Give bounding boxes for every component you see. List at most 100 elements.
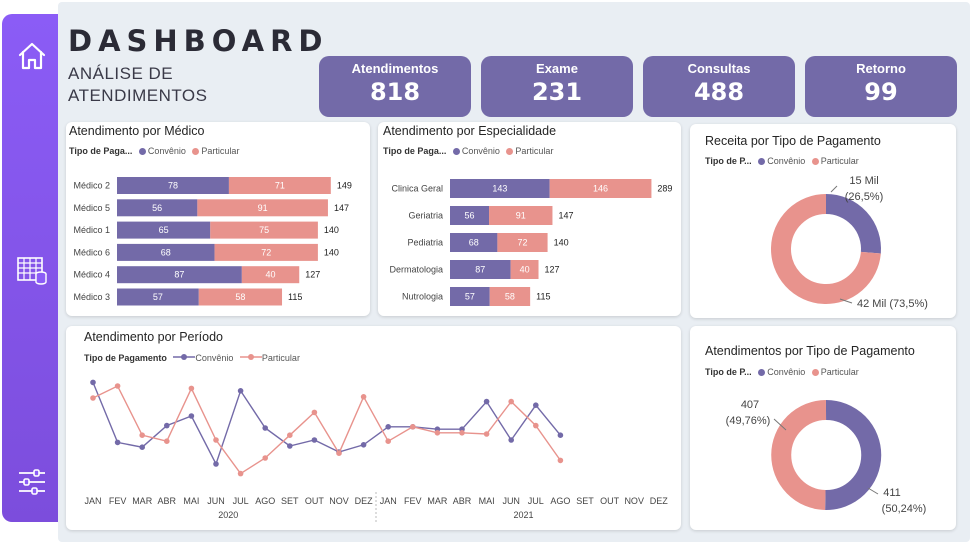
data-label: 75 (259, 225, 269, 235)
donut-slice-particular (771, 400, 827, 510)
data-point (483, 398, 490, 405)
kpi-card-retorno[interactable]: Retorno 99 (805, 56, 957, 117)
data-label: (26,5%) (845, 191, 884, 203)
data-point (410, 424, 416, 430)
category-label: Médico 2 (73, 181, 110, 191)
data-label: 15 Mil (849, 175, 878, 187)
x-tick-label: MAI (183, 496, 199, 506)
data-point (188, 413, 195, 419)
category-label: Dermatologia (389, 265, 443, 275)
kpi-label: Exame (536, 61, 578, 76)
chart-card-atend-pagamento[interactable]: Atendimentos por Tipo de Pagamento Tipo … (690, 326, 956, 530)
data-label: 72 (517, 238, 527, 248)
kpi-value: 818 (369, 78, 421, 106)
data-label: 56 (152, 203, 162, 213)
data-label: 68 (161, 247, 171, 257)
series-line-convenio (92, 382, 561, 466)
x-tick-label: ABR (453, 496, 472, 506)
x-tick-label: FEV (404, 496, 422, 506)
data-point (90, 395, 96, 401)
data-point (114, 383, 121, 389)
total-label: 149 (337, 181, 352, 191)
kpi-value: 99 (864, 78, 898, 106)
data-label: 411 (883, 487, 901, 499)
data-label: 42 Mil (73,5%) (857, 298, 928, 310)
x-tick-label: JUN (207, 496, 225, 506)
data-point (237, 470, 244, 477)
data-point (459, 430, 465, 436)
donut-chart-atendimentos: 407 (49,76%) 411 (50,24%) (726, 399, 927, 515)
x-tick-label: SET (576, 496, 594, 506)
data-label: 58 (505, 292, 515, 302)
donut-slice-convenio (825, 399, 882, 510)
data-point (360, 394, 367, 400)
series-line-particular (92, 385, 561, 475)
category-label: Médico 4 (73, 270, 110, 280)
data-point (508, 437, 514, 443)
category-label: Clinica Geral (391, 184, 443, 194)
home-icon[interactable] (16, 40, 48, 72)
data-label: 40 (520, 265, 530, 275)
x-tick-label: JUN (502, 496, 520, 506)
data-point (287, 432, 293, 438)
x-tick-label: JUL (233, 496, 249, 506)
data-point (508, 398, 514, 405)
category-label: Médico 5 (73, 203, 110, 213)
x-tick-label: DEZ (650, 496, 669, 506)
x-tick-label: NOV (624, 496, 644, 506)
filter-settings-icon[interactable] (16, 466, 48, 498)
leader-line (867, 487, 879, 495)
total-label: 127 (305, 270, 320, 280)
data-label: (49,76%) (726, 415, 771, 427)
chart-card-periodo[interactable]: Atendimento por Período Tipo de Pagament… (66, 326, 681, 530)
subtitle-line-2: ATENDIMENTOS (68, 86, 208, 105)
x-tick-label: AGO (550, 496, 570, 506)
data-label: 87 (475, 265, 485, 275)
year-label: 2020 (218, 510, 238, 520)
data-point (311, 437, 318, 443)
data-point (114, 439, 121, 446)
data-label: (50,24%) (882, 503, 927, 515)
data-point (139, 444, 145, 450)
category-label: Médico 1 (73, 225, 110, 235)
chart-card-receita[interactable]: Receita por Tipo de Pagamento Tipo de P.… (690, 124, 956, 318)
data-point (262, 455, 268, 461)
page-title: DASHBOARD (68, 24, 329, 58)
sidebar (2, 14, 60, 522)
total-label: 140 (324, 225, 339, 235)
kpi-card-consultas[interactable]: Consultas 488 (643, 56, 795, 117)
x-tick-label: OUT (600, 496, 620, 506)
data-label: 143 (492, 184, 507, 194)
chart-card-medico[interactable]: Atendimento por Médico Tipo de Paga... C… (66, 122, 370, 316)
total-label: 115 (288, 292, 302, 302)
table-icon[interactable] (16, 254, 48, 286)
x-tick-label: JAN (84, 496, 101, 506)
data-label: 71 (275, 181, 285, 191)
kpi-label: Retorno (856, 61, 906, 76)
data-point (213, 437, 219, 443)
data-point (533, 402, 539, 408)
kpi-card-atendimentos[interactable]: Atendimentos 818 (319, 56, 471, 117)
data-label: 56 (465, 211, 475, 221)
data-label: 40 (266, 270, 276, 280)
category-label: Nutrologia (402, 292, 443, 302)
x-tick-label: MAI (479, 496, 495, 506)
kpi-card-exame[interactable]: Exame 231 (481, 56, 633, 117)
data-point (385, 438, 392, 444)
data-label: 57 (153, 292, 163, 302)
total-label: 127 (545, 265, 560, 275)
total-label: 289 (657, 184, 672, 194)
x-tick-label: ABR (158, 496, 177, 506)
data-point (139, 432, 145, 438)
x-tick-label: OUT (305, 496, 325, 506)
category-label: Pediatria (407, 238, 443, 248)
data-point (557, 432, 564, 438)
data-label: 57 (465, 292, 475, 302)
data-label: 65 (159, 225, 169, 235)
x-tick-label: NOV (329, 496, 349, 506)
x-tick-label: MAR (132, 496, 153, 506)
data-point (434, 430, 441, 436)
data-point (213, 461, 219, 467)
chart-card-especialidade[interactable]: Atendimento por Especialidade Tipo de Pa… (378, 122, 681, 316)
total-label: 147 (558, 211, 573, 221)
